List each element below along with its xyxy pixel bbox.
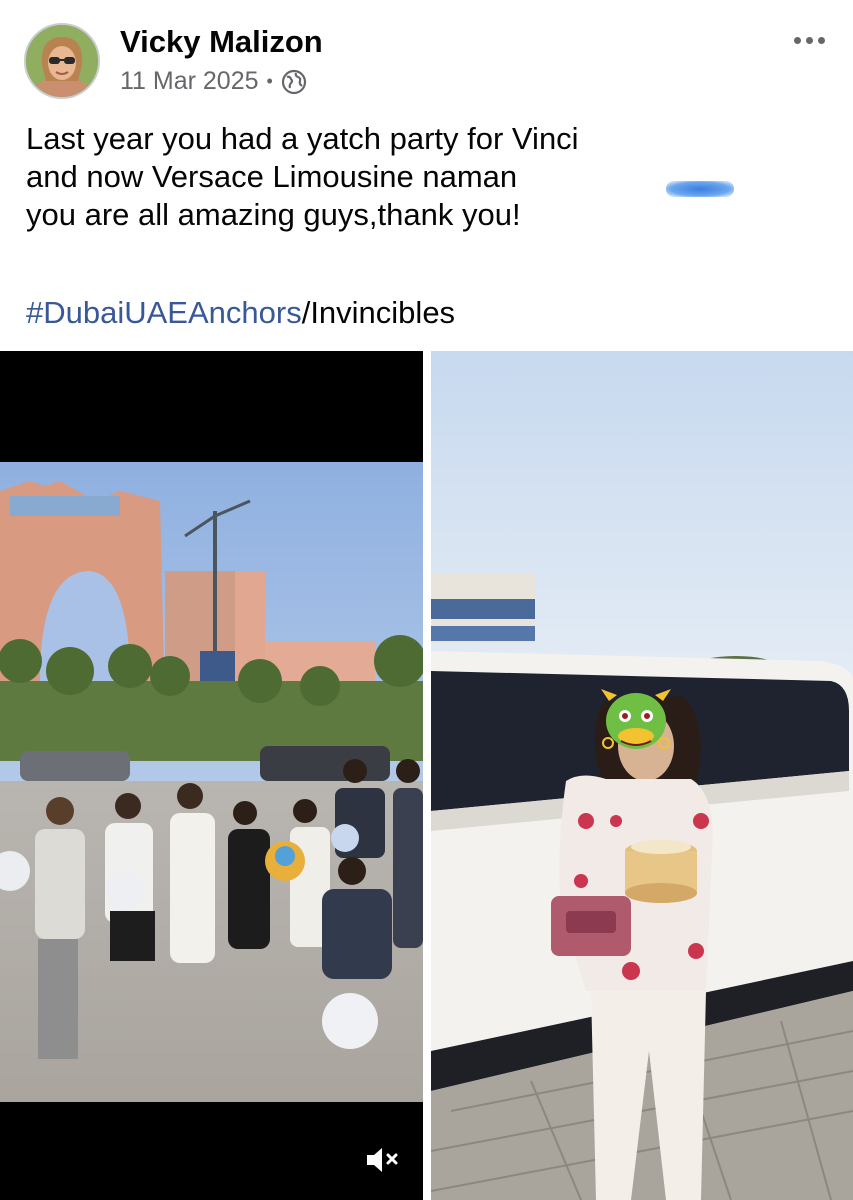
post-text-line: you are all amazing guys,thank you!	[26, 197, 521, 232]
hashtag-link[interactable]: #DubaiUAEAnchors	[26, 295, 302, 330]
hashtag-suffix: /Invincibles	[301, 295, 456, 330]
hashtag-line: #DubaiUAEAnchors/Invincibles	[26, 294, 455, 332]
group-photo	[0, 351, 423, 1200]
dragon-face-emoji	[601, 689, 671, 749]
limousine-scene	[431, 351, 853, 1200]
limousine-photo[interactable]	[431, 351, 853, 1200]
post-text: Last year you had a yatch party for Vinc…	[26, 120, 816, 234]
more-dots-icon[interactable]	[789, 30, 829, 50]
post-date[interactable]: 11 Mar 2025	[120, 67, 259, 96]
video-thumbnail[interactable]	[0, 351, 423, 1200]
author-name[interactable]: Vicky Malizon	[120, 24, 323, 60]
meta-separator: •	[266, 71, 273, 91]
globe-icon	[281, 69, 307, 95]
post-text-line: Last year you had a yatch party for Vinc…	[26, 121, 579, 156]
post-meta: 11 Mar 2025 •	[120, 67, 307, 96]
redaction-mark	[666, 181, 734, 197]
avatar[interactable]	[24, 23, 100, 99]
post-header: Vicky Malizon 11 Mar 2025 •	[0, 0, 853, 110]
mute-icon[interactable]	[363, 1144, 403, 1176]
